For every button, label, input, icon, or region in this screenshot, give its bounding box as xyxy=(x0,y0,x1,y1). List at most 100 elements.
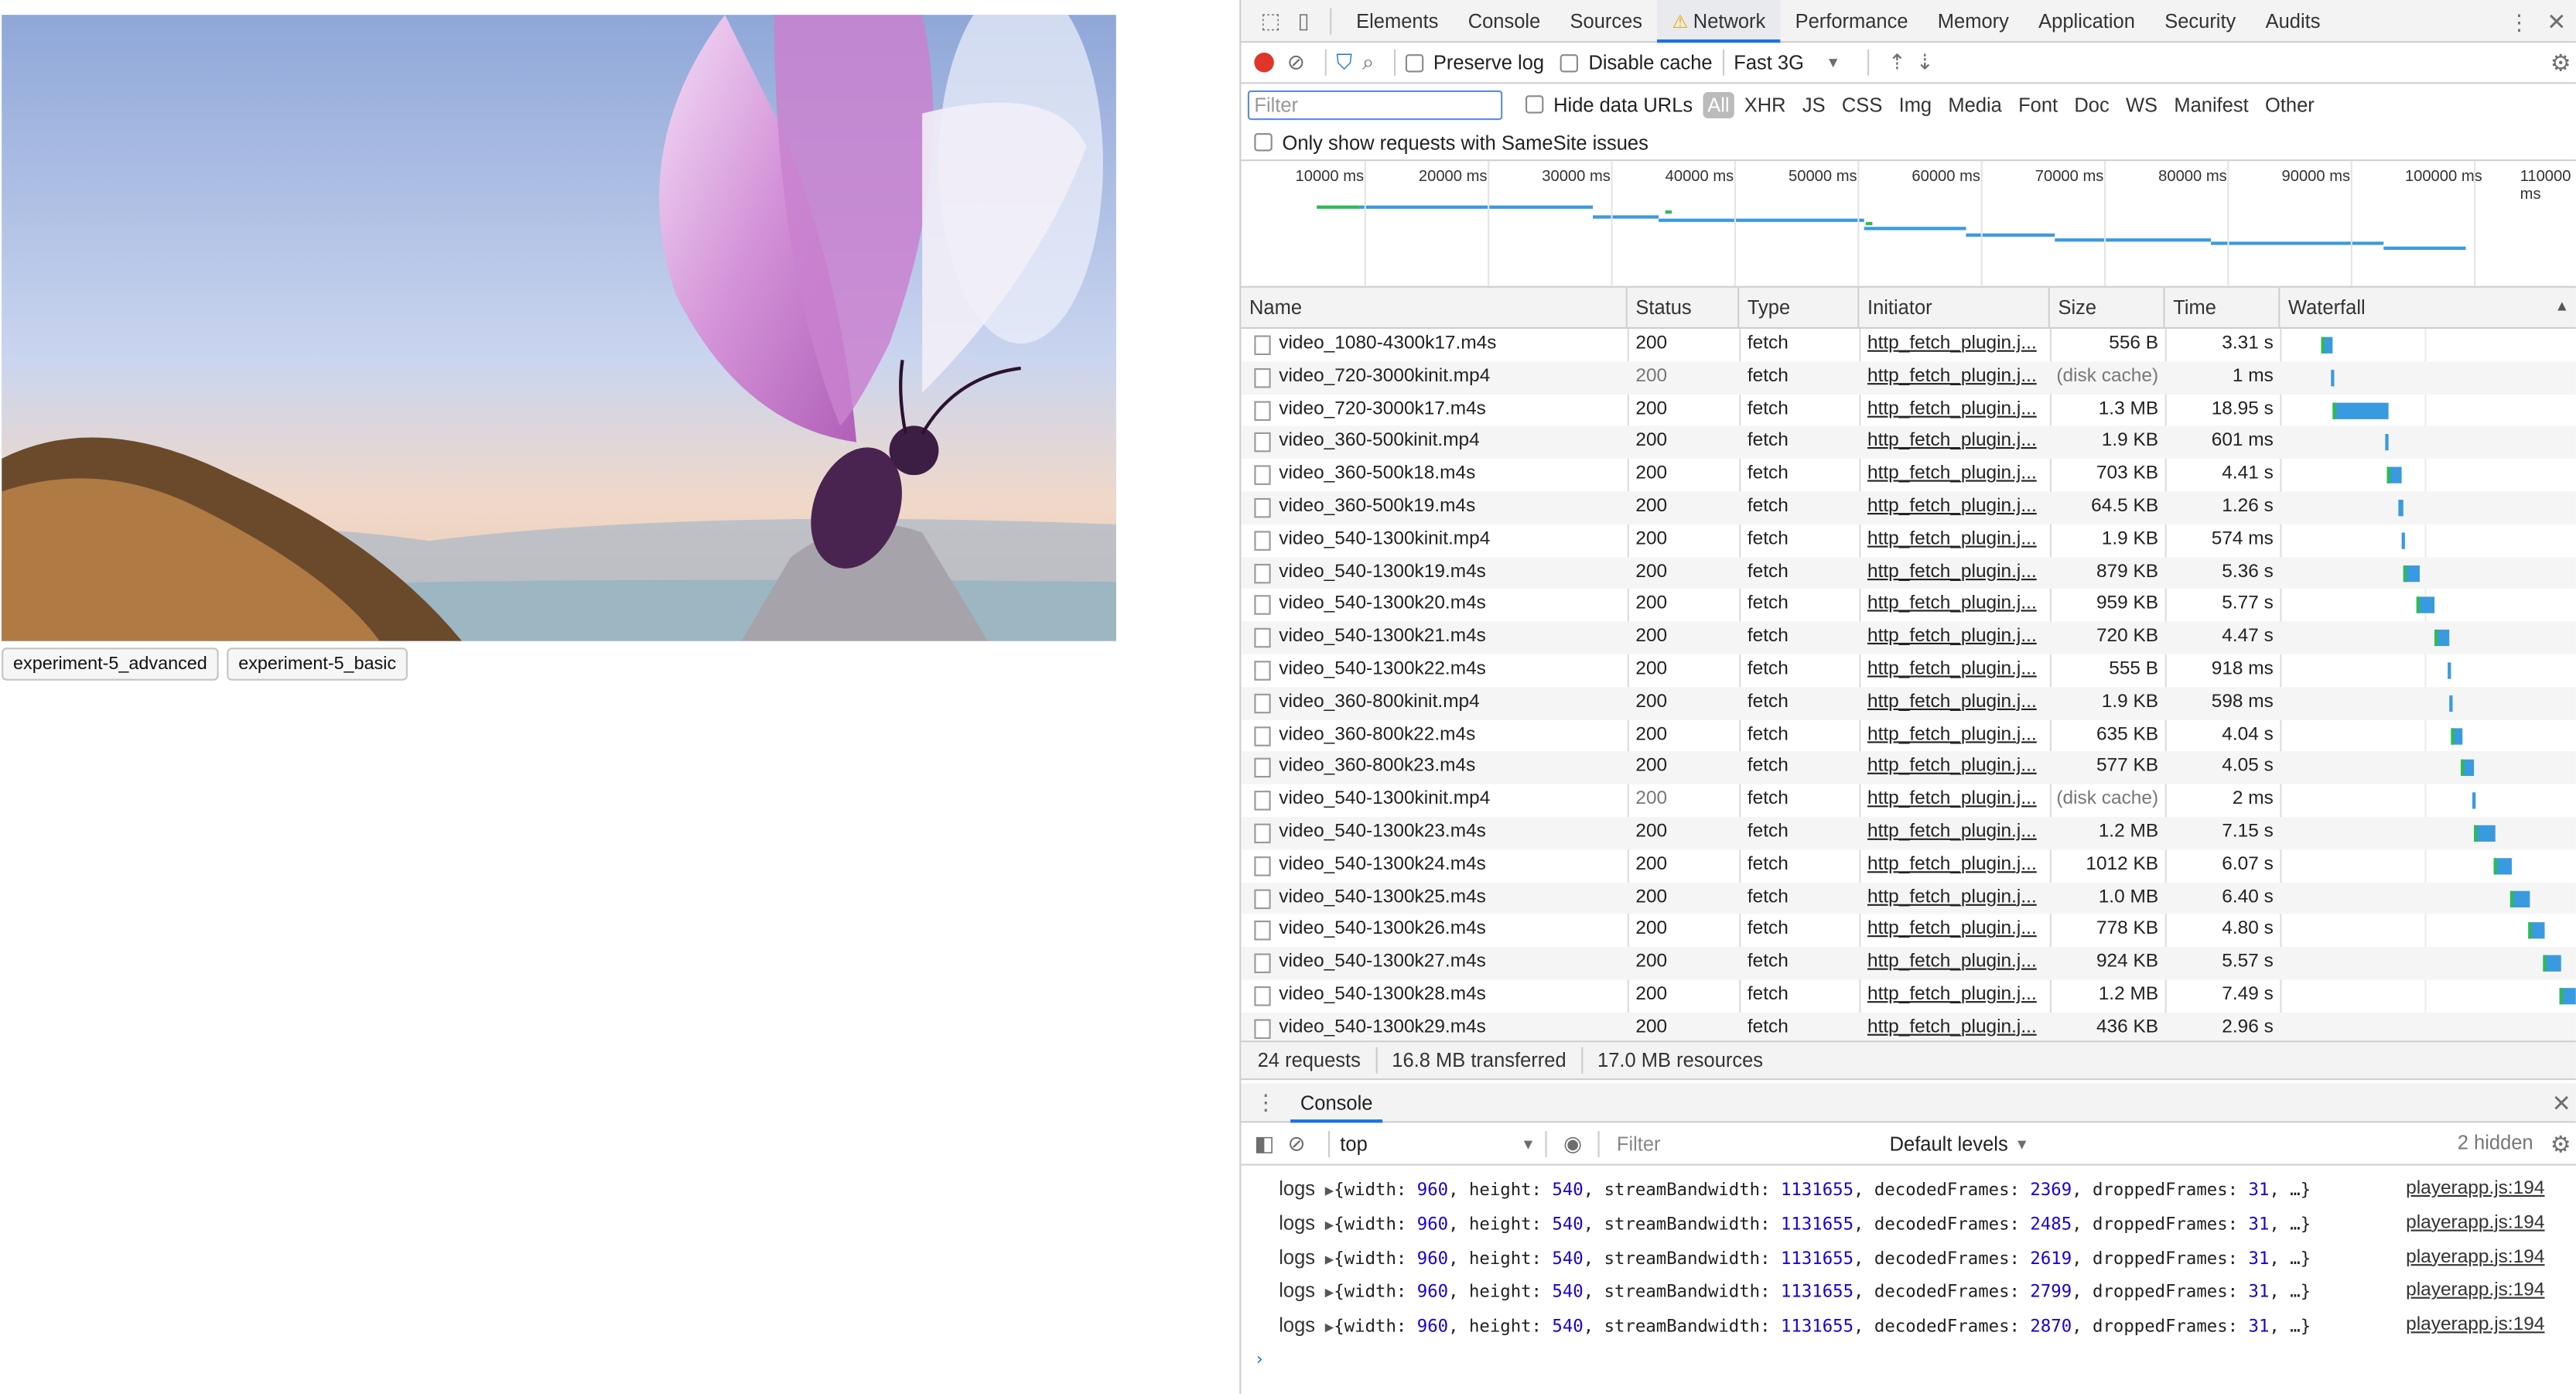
cell-name[interactable]: video_540-1300k25.m4s xyxy=(1279,882,1624,914)
tab-console[interactable]: Console xyxy=(1454,0,1556,42)
cell-name[interactable]: video_720-3000kinit.mp4 xyxy=(1279,361,1624,394)
type-filter-css[interactable]: CSS xyxy=(1835,91,1888,118)
chevron-down-icon[interactable]: ▼ xyxy=(1826,54,1840,70)
expand-triangle-icon[interactable]: ▶ xyxy=(1325,1252,1334,1268)
log-source-link[interactable]: playerapp.js:194 xyxy=(2406,1206,2544,1240)
column-header-time[interactable]: Time xyxy=(2165,287,2280,329)
request-row[interactable]: video_540-1300k29.m4s 200 fetch http_fetch_… xyxy=(1241,1012,2576,1041)
request-row[interactable]: video_540-1300k27.m4s 200 fetch http_fetch_… xyxy=(1241,947,2576,980)
request-row[interactable]: video_360-800k23.m4s 200 fetch http_fetch_p… xyxy=(1241,751,2576,785)
request-row[interactable]: video_540-1300k21.m4s 200 fetch http_fetch_… xyxy=(1241,621,2576,654)
type-filter-xhr[interactable]: XHR xyxy=(1737,91,1792,118)
export-har-icon[interactable]: ⇣ xyxy=(1916,50,1934,76)
tab-application[interactable]: Application xyxy=(2024,0,2150,42)
cell-initiator[interactable]: http_fetch_plugin.j... xyxy=(1867,654,2045,687)
tab-network[interactable]: ⚠ Network xyxy=(1657,0,1781,43)
console-drawer-tab[interactable]: Console xyxy=(1290,1082,1383,1122)
hide-data-urls-checkbox[interactable] xyxy=(1525,95,1544,114)
cell-name[interactable]: video_360-800kinit.mp4 xyxy=(1279,687,1624,719)
type-filter-other[interactable]: Other xyxy=(2258,91,2321,118)
samesite-checkbox[interactable] xyxy=(1254,133,1273,152)
cell-name[interactable]: video_360-800k22.m4s xyxy=(1279,719,1624,752)
context-chevron-down-icon[interactable]: ▼ xyxy=(1521,1135,1536,1151)
request-row[interactable]: video_360-500k18.m4s 200 fetch http_fetch_p… xyxy=(1241,459,2576,491)
cell-initiator[interactable]: http_fetch_plugin.j... xyxy=(1867,849,2045,882)
cell-name[interactable]: video_540-1300k26.m4s xyxy=(1279,914,1624,947)
filter-icon[interactable]: ⛉ xyxy=(1336,50,1352,76)
console-log-entry[interactable]: logs ▶{width: 960, height: 540, streamBan… xyxy=(1241,1172,2576,1206)
record-icon[interactable] xyxy=(1254,53,1274,73)
more-options-icon[interactable]: ⋮ xyxy=(2509,10,2530,36)
log-levels-select[interactable]: Default levels xyxy=(1890,1132,2008,1155)
cell-name[interactable]: video_540-1300k24.m4s xyxy=(1279,849,1624,882)
import-har-icon[interactable]: ⇡ xyxy=(1888,50,1906,76)
request-row[interactable]: video_540-1300k28.m4s 200 fetch http_fetch_… xyxy=(1241,980,2576,1013)
video-player[interactable] xyxy=(2,15,1116,641)
cell-name[interactable]: video_540-1300kinit.mp4 xyxy=(1279,524,1624,556)
request-row[interactable]: video_720-3000k17.m4s 200 fetch http_fetch_… xyxy=(1241,394,2576,426)
tab-elements[interactable]: Elements xyxy=(1341,0,1454,42)
close-drawer-icon[interactable]: ✕ xyxy=(2552,1090,2571,1118)
cell-initiator[interactable]: http_fetch_plugin.j... xyxy=(1867,459,2045,491)
experiment-basic-button[interactable]: experiment-5_basic xyxy=(227,647,408,681)
waterfall-bar[interactable] xyxy=(2472,792,2476,809)
cell-initiator[interactable]: http_fetch_plugin.j... xyxy=(1867,329,2045,361)
tab-sources[interactable]: Sources xyxy=(1555,0,1657,42)
log-source-link[interactable]: playerapp.js:194 xyxy=(2406,1172,2544,1206)
cell-name[interactable]: video_540-1300k19.m4s xyxy=(1279,557,1624,589)
filter-input[interactable]: Filter xyxy=(1247,89,1503,120)
cell-initiator[interactable]: http_fetch_plugin.j... xyxy=(1867,687,2045,719)
sidebar-toggle-icon[interactable]: ◧ xyxy=(1254,1130,1274,1157)
console-log-entry[interactable]: logs ▶{width: 960, height: 540, streamBan… xyxy=(1241,1206,2576,1240)
cell-initiator[interactable]: http_fetch_plugin.j... xyxy=(1867,361,2045,394)
tab-memory[interactable]: Memory xyxy=(1923,0,2024,42)
cell-initiator[interactable]: http_fetch_plugin.j... xyxy=(1867,719,2045,752)
cell-initiator[interactable]: http_fetch_plugin.j... xyxy=(1867,557,2045,589)
cell-initiator[interactable]: http_fetch_plugin.j... xyxy=(1867,426,2045,459)
request-row[interactable]: video_360-500kinit.mp4 200 fetch http_fetch… xyxy=(1241,426,2576,460)
request-row[interactable]: video_540-1300kinit.mp4 200 fetch http_fetc… xyxy=(1241,524,2576,556)
column-header-size[interactable]: Size xyxy=(2050,287,2165,329)
waterfall-bar[interactable] xyxy=(2398,500,2403,517)
cell-name[interactable]: video_720-3000k17.m4s xyxy=(1279,394,1624,426)
cell-initiator[interactable]: http_fetch_plugin.j... xyxy=(1867,524,2045,556)
log-source-link[interactable]: playerapp.js:194 xyxy=(2406,1241,2544,1275)
cell-initiator[interactable]: http_fetch_plugin.j... xyxy=(1867,491,2045,524)
request-row[interactable]: video_540-1300k23.m4s 200 fetch http_fetch_… xyxy=(1241,817,2576,850)
close-devtools-icon[interactable]: ✕ xyxy=(2547,9,2566,36)
levels-chevron-down-icon[interactable]: ▼ xyxy=(2014,1135,2029,1151)
cell-initiator[interactable]: http_fetch_plugin.j... xyxy=(1867,980,2045,1013)
expand-triangle-icon[interactable]: ▶ xyxy=(1325,1286,1334,1303)
cell-initiator[interactable]: http_fetch_plugin.j... xyxy=(1867,752,2045,784)
cell-name[interactable]: video_360-800k23.m4s xyxy=(1279,752,1624,784)
disable-cache-checkbox[interactable] xyxy=(1560,53,1579,72)
waterfall-bar[interactable] xyxy=(2401,532,2405,549)
cell-name[interactable]: video_540-1300k28.m4s xyxy=(1279,980,1624,1013)
column-header-initiator[interactable]: Initiator xyxy=(1859,287,2050,329)
type-filter-all[interactable]: All xyxy=(1702,91,1735,118)
cell-initiator[interactable]: http_fetch_plugin.j... xyxy=(1867,589,2045,622)
console-settings-gear-icon[interactable]: ⚙ xyxy=(2550,1131,2571,1159)
request-row[interactable]: video_540-1300k19.m4s 200 fetch http_fetch_… xyxy=(1241,556,2576,589)
cell-initiator[interactable]: http_fetch_plugin.j... xyxy=(1867,394,2045,426)
request-row[interactable]: video_720-3000kinit.mp4 200 fetch http_fetc… xyxy=(1241,361,2576,395)
column-header-status[interactable]: Status xyxy=(1628,287,1740,329)
cell-initiator[interactable]: http_fetch_plugin.j... xyxy=(1867,947,2045,979)
inspect-element-icon[interactable]: ⬚ xyxy=(1254,8,1287,34)
console-filter-input[interactable]: Filter xyxy=(1610,1132,1889,1155)
waterfall-bar[interactable] xyxy=(2448,662,2451,679)
clear-console-icon[interactable]: ⊘ xyxy=(1288,1130,1306,1157)
cell-initiator[interactable]: http_fetch_plugin.j... xyxy=(1867,914,2045,947)
waterfall-bar[interactable] xyxy=(2331,369,2335,386)
clear-icon[interactable]: ⊘ xyxy=(1287,50,1305,76)
request-row[interactable]: video_360-800kinit.mp4 200 fetch http_fetch… xyxy=(1241,686,2576,719)
cell-name[interactable]: video_360-500kinit.mp4 xyxy=(1279,426,1624,459)
waterfall-bar[interactable] xyxy=(2449,695,2453,712)
request-row[interactable]: video_360-500k19.m4s 200 fetch http_fetch_p… xyxy=(1241,491,2576,524)
expand-triangle-icon[interactable]: ▶ xyxy=(1325,1321,1334,1337)
cell-initiator[interactable]: http_fetch_plugin.j... xyxy=(1867,784,2045,817)
log-source-link[interactable]: playerapp.js:194 xyxy=(2406,1275,2544,1309)
request-row[interactable]: video_1080-4300k17.m4s 200 fetch http_fetch… xyxy=(1241,329,2576,361)
column-header-waterfall[interactable]: Waterfall xyxy=(2280,288,2576,329)
cell-name[interactable]: video_540-1300k23.m4s xyxy=(1279,817,1624,849)
